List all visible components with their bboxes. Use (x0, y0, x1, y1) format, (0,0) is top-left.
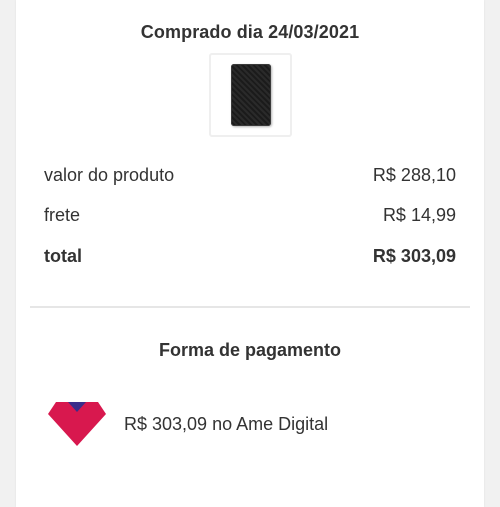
product-value-amount: R$ 288,10 (372, 165, 456, 185)
ame-digital-logo-icon (48, 402, 106, 446)
payment-method-text: R$ 303,09 no Ame Digital (124, 413, 329, 434)
total-amount: R$ 303,09 (372, 246, 456, 266)
shipping-row: frete R$ 14,99 (44, 205, 456, 226)
total-label: total (44, 246, 82, 266)
purchase-date-title: Comprado dia 24/03/2021 (140, 22, 360, 42)
payment-method-row: R$ 303,09 no Ame Digital (46, 400, 328, 448)
total-row: total R$ 303,09 (44, 246, 456, 267)
product-value-row: valor do produto R$ 288,10 (44, 165, 456, 186)
product-value-label: valor do produto (44, 165, 175, 185)
payment-method-title: Forma de pagamento (158, 340, 342, 360)
product-thumbnail[interactable] (209, 53, 292, 137)
shipping-label: frete (44, 205, 81, 225)
external-hard-drive-image (230, 64, 271, 126)
order-details-card: Comprado dia 24/03/2021 valor do produto… (16, 0, 484, 507)
section-divider (30, 306, 470, 308)
shipping-amount: R$ 14,99 (382, 205, 456, 225)
